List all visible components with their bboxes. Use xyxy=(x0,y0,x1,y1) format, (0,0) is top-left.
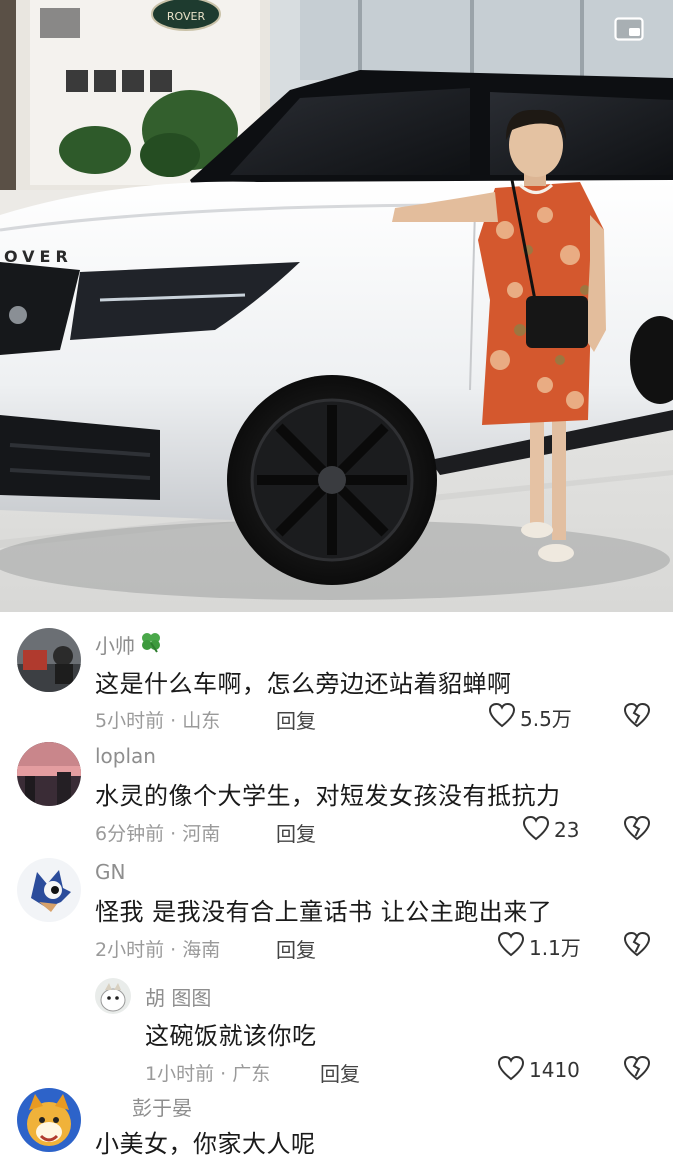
comment-username[interactable]: 彭于晏 xyxy=(132,1092,192,1121)
comment-username[interactable]: 胡 图图 xyxy=(145,982,211,1011)
like-count: 1410 xyxy=(529,1058,580,1082)
like-count: 1.1万 xyxy=(529,935,581,960)
avatar[interactable] xyxy=(17,628,81,692)
broken-heart-icon xyxy=(623,931,651,961)
heart-icon xyxy=(497,1055,525,1085)
comment-list: 小帅 这是什么车啊，怎么旁边还站着貂蝉啊 5小时前 · 山东 回复 5.5万 l… xyxy=(0,612,673,1158)
reply-button[interactable]: 回复 xyxy=(276,705,316,734)
svg-text:ROVER: ROVER xyxy=(167,10,206,23)
comment-username-text: 小帅 xyxy=(95,634,135,658)
like-button[interactable]: 1.1万 xyxy=(497,931,581,961)
reply-button[interactable]: 回复 xyxy=(276,934,316,963)
heart-icon xyxy=(522,815,550,845)
avatar[interactable] xyxy=(95,978,131,1014)
comment-text: 水灵的像个大学生，对短发女孩没有抵抗力 xyxy=(95,782,561,810)
like-count: 23 xyxy=(554,818,580,842)
comment-meta: 6分钟前 · 河南 xyxy=(95,823,221,845)
like-button[interactable]: 23 xyxy=(522,815,579,845)
broken-heart-icon xyxy=(623,702,651,732)
like-button[interactable]: 1410 xyxy=(497,1055,580,1085)
dislike-button[interactable] xyxy=(623,815,651,845)
comment-meta: 5小时前 · 山东 xyxy=(95,710,221,732)
comment-meta: 1小时前 · 广东 xyxy=(145,1063,271,1085)
clover-icon xyxy=(139,631,163,658)
dislike-button[interactable] xyxy=(623,702,651,732)
comment-text: 这是什么车啊，怎么旁边还站着貂蝉啊 xyxy=(95,670,512,698)
car-showroom-photo: ROVER OVER xyxy=(0,0,673,612)
svg-text:OVER: OVER xyxy=(4,247,73,266)
comment-username[interactable]: GN xyxy=(95,860,125,884)
reply-button[interactable]: 回复 xyxy=(276,818,316,847)
heart-icon xyxy=(497,931,525,961)
comment-text: 这碗饭就该你吃 xyxy=(145,1022,317,1050)
avatar[interactable] xyxy=(17,742,81,806)
dislike-button[interactable] xyxy=(623,1055,651,1085)
picture-in-picture-button[interactable] xyxy=(611,14,647,44)
picture-in-picture-icon xyxy=(614,17,644,41)
like-count: 5.5万 xyxy=(520,706,572,731)
dislike-button[interactable] xyxy=(623,931,651,961)
avatar[interactable] xyxy=(17,1088,81,1152)
comment-username[interactable]: loplan xyxy=(95,744,156,768)
comment-username[interactable]: 小帅 xyxy=(95,630,163,659)
heart-icon xyxy=(488,702,516,732)
broken-heart-icon xyxy=(623,815,651,845)
broken-heart-icon xyxy=(623,1055,651,1085)
avatar[interactable] xyxy=(17,858,81,922)
comment-text: 怪我 是我没有合上童话书 让公主跑出来了 xyxy=(95,898,553,926)
comment-meta: 2小时前 · 海南 xyxy=(95,939,221,961)
post-photo[interactable]: ROVER OVER xyxy=(0,0,673,612)
like-button[interactable]: 5.5万 xyxy=(488,702,572,732)
reply-button[interactable]: 回复 xyxy=(320,1058,360,1087)
